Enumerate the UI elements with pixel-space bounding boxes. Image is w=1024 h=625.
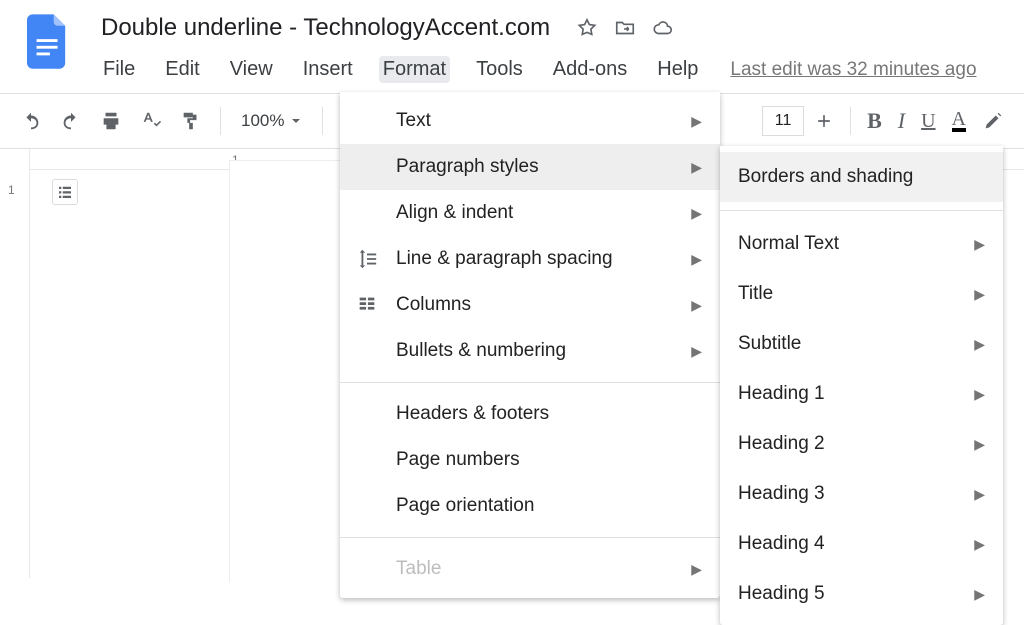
submenu-arrow-icon: ▶ <box>974 486 985 503</box>
submenu-arrow-icon: ▶ <box>974 436 985 453</box>
text-color-glyph: A <box>952 110 966 132</box>
submenu-arrow-icon: ▶ <box>974 536 985 553</box>
chevron-down-icon <box>290 115 302 127</box>
underline-button[interactable]: U <box>915 106 941 137</box>
menu-help[interactable]: Help <box>653 56 702 83</box>
italic-button[interactable]: I <box>892 104 911 138</box>
submenu-borders-shading-label: Borders and shading <box>738 166 913 188</box>
submenu-normal-text[interactable]: Normal Text ▶ <box>720 219 1003 269</box>
columns-icon <box>356 294 378 316</box>
submenu-heading-5-label: Heading 5 <box>738 583 825 605</box>
paint-format-button[interactable] <box>174 106 208 136</box>
menu-table: Table ▶ <box>340 546 720 592</box>
menu-divider <box>340 382 720 383</box>
submenu-arrow-icon: ▶ <box>691 561 702 578</box>
submenu-arrow-icon: ▶ <box>691 251 702 268</box>
last-edit-link[interactable]: Last edit was 32 minutes ago <box>730 59 976 81</box>
submenu-arrow-icon: ▶ <box>691 205 702 222</box>
document-title[interactable]: Double underline - TechnologyAccent.com <box>95 12 556 44</box>
submenu-heading-3-label: Heading 3 <box>738 483 825 505</box>
submenu-heading-4-label: Heading 4 <box>738 533 825 555</box>
submenu-heading-1-label: Heading 1 <box>738 383 825 405</box>
outline-icon[interactable] <box>52 179 78 205</box>
submenu-heading-1[interactable]: Heading 1 ▶ <box>720 369 1003 419</box>
submenu-title-label: Title <box>738 283 773 305</box>
submenu-subtitle[interactable]: Subtitle ▶ <box>720 319 1003 369</box>
spellcheck-button[interactable] <box>134 106 168 136</box>
star-icon[interactable] <box>576 17 598 39</box>
submenu-arrow-icon: ▶ <box>691 343 702 360</box>
menu-bullets-numbering[interactable]: Bullets & numbering ▶ <box>340 328 720 374</box>
submenu-arrow-icon: ▶ <box>974 386 985 403</box>
toolbar-separator <box>850 107 851 135</box>
highlight-button[interactable] <box>976 106 1010 136</box>
submenu-arrow-icon: ▶ <box>974 236 985 253</box>
menu-paragraph-styles-label: Paragraph styles <box>396 156 539 178</box>
zoom-select[interactable]: 100% <box>233 111 310 131</box>
docs-logo-icon[interactable] <box>27 14 69 70</box>
menubar: File Edit View Insert Format Tools Add-o… <box>95 48 1024 93</box>
font-size-increase-button[interactable] <box>808 107 840 135</box>
menu-view[interactable]: View <box>226 56 277 83</box>
toolbar-separator <box>220 107 221 135</box>
submenu-arrow-icon: ▶ <box>691 113 702 130</box>
paragraph-styles-submenu: Borders and shading Normal Text▶ Title▶ … <box>720 146 1003 625</box>
submenu-borders-shading[interactable]: Borders and shading <box>720 152 1003 202</box>
menu-bullets-numbering-label: Bullets & numbering <box>396 340 566 362</box>
submenu-arrow-icon: ▶ <box>974 286 985 303</box>
menu-file[interactable]: File <box>99 56 139 83</box>
menu-addons[interactable]: Add-ons <box>549 56 632 83</box>
menu-tools[interactable]: Tools <box>472 56 527 83</box>
menu-text-label: Text <box>396 110 431 132</box>
move-to-folder-icon[interactable] <box>614 17 636 39</box>
submenu-arrow-icon: ▶ <box>974 336 985 353</box>
vertical-ruler[interactable] <box>0 149 30 578</box>
menu-page-numbers-label: Page numbers <box>396 449 520 471</box>
menu-align-indent-label: Align & indent <box>396 202 513 224</box>
menu-headers-footers-label: Headers & footers <box>396 403 549 425</box>
cloud-status-icon[interactable] <box>652 17 674 39</box>
submenu-subtitle-label: Subtitle <box>738 333 801 355</box>
text-color-button[interactable]: A <box>946 106 972 136</box>
submenu-heading-2-label: Heading 2 <box>738 433 825 455</box>
undo-button[interactable] <box>14 106 48 136</box>
menu-columns[interactable]: Columns ▶ <box>340 282 720 328</box>
menu-text[interactable]: Text ▶ <box>340 98 720 144</box>
menu-line-spacing[interactable]: Line & paragraph spacing ▶ <box>340 236 720 282</box>
toolbar-separator <box>322 107 323 135</box>
submenu-heading-2[interactable]: Heading 2 ▶ <box>720 419 1003 469</box>
menu-insert[interactable]: Insert <box>299 56 357 83</box>
menu-headers-footers[interactable]: Headers & footers <box>340 391 720 437</box>
submenu-arrow-icon: ▶ <box>691 297 702 314</box>
submenu-normal-text-label: Normal Text <box>738 233 839 255</box>
submenu-heading-5[interactable]: Heading 5 ▶ <box>720 569 1003 619</box>
menu-format[interactable]: Format <box>379 56 450 83</box>
submenu-title[interactable]: Title ▶ <box>720 269 1003 319</box>
font-size-input[interactable]: 11 <box>762 106 804 136</box>
menu-page-orientation-label: Page orientation <box>396 495 534 517</box>
underline-glyph: U <box>921 110 935 133</box>
menu-line-spacing-label: Line & paragraph spacing <box>396 248 613 270</box>
menu-align-indent[interactable]: Align & indent ▶ <box>340 190 720 236</box>
menu-edit[interactable]: Edit <box>161 56 203 83</box>
format-dropdown: Text▶ Paragraph styles▶ Align & indent▶ … <box>340 92 720 598</box>
menu-columns-label: Columns <box>396 294 471 316</box>
redo-button[interactable] <box>54 106 88 136</box>
submenu-heading-4[interactable]: Heading 4 ▶ <box>720 519 1003 569</box>
menu-divider <box>720 210 1003 211</box>
menu-paragraph-styles[interactable]: Paragraph styles ▶ <box>340 144 720 190</box>
submenu-arrow-icon: ▶ <box>974 586 985 603</box>
menu-table-label: Table <box>396 558 441 580</box>
line-spacing-icon <box>356 248 378 270</box>
zoom-value: 100% <box>241 111 284 131</box>
menu-page-numbers[interactable]: Page numbers <box>340 437 720 483</box>
submenu-arrow-icon: ▶ <box>691 159 702 176</box>
menu-page-orientation[interactable]: Page orientation <box>340 483 720 529</box>
print-button[interactable] <box>94 106 128 136</box>
menu-divider <box>340 537 720 538</box>
submenu-heading-3[interactable]: Heading 3 ▶ <box>720 469 1003 519</box>
bold-button[interactable]: B <box>861 104 888 138</box>
